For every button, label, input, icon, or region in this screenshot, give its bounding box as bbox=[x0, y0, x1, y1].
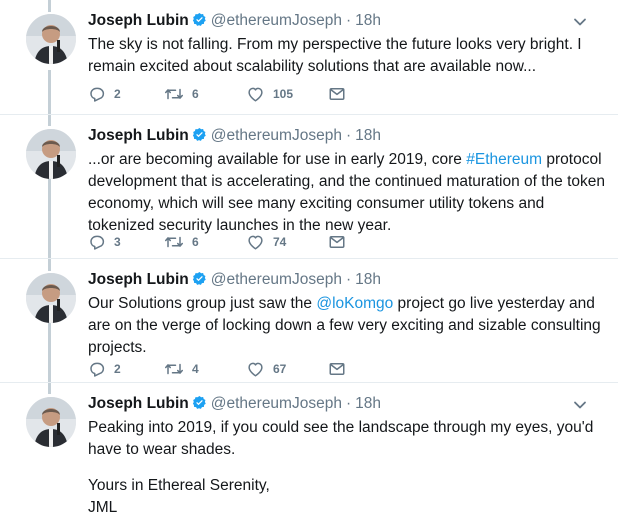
author-name[interactable]: Joseph Lubin bbox=[88, 127, 189, 144]
tweet-paragraph: Peaking into 2019, if you could see the … bbox=[88, 419, 594, 458]
tweet-paragraph: Our Solutions group just saw the @loKomg… bbox=[88, 293, 608, 359]
reply-count: 3 bbox=[114, 235, 121, 249]
author-name[interactable]: Joseph Lubin bbox=[88, 271, 189, 288]
avatar-image bbox=[26, 129, 76, 179]
retweet-icon bbox=[165, 236, 183, 248]
mention-link[interactable]: @loKomgo bbox=[316, 295, 393, 312]
reply-button[interactable]: 2 bbox=[88, 359, 121, 379]
reply-icon bbox=[90, 87, 105, 102]
tweet-header: Joseph Lubin @ethereumJoseph · 18h bbox=[88, 270, 381, 292]
tweet-header: Joseph Lubin @ethereumJoseph · 18h bbox=[88, 126, 381, 148]
retweet-button[interactable]: 6 bbox=[164, 232, 199, 252]
tweet-text: Our Solutions group just saw the @loKomg… bbox=[88, 293, 608, 359]
tweet-paragraph: ...or are becoming available for use in … bbox=[88, 149, 608, 237]
chevron-down-icon[interactable] bbox=[572, 14, 588, 30]
reply-count: 2 bbox=[114, 87, 121, 101]
reply-button[interactable]: 2 bbox=[88, 84, 121, 104]
tweet-text: ...or are becoming available for use in … bbox=[88, 149, 608, 237]
retweet-button[interactable]: 6 bbox=[164, 84, 199, 104]
direct-message-button[interactable] bbox=[328, 232, 346, 252]
retweet-icon bbox=[165, 363, 183, 375]
direct-message-button[interactable] bbox=[328, 84, 346, 104]
author-handle[interactable]: @ethereumJoseph bbox=[211, 127, 342, 144]
tweet-timestamp[interactable]: 18h bbox=[355, 127, 381, 144]
tweet-timestamp[interactable]: 18h bbox=[355, 395, 381, 412]
like-count: 67 bbox=[273, 362, 287, 376]
hashtag-link[interactable]: #Ethereum bbox=[466, 151, 542, 168]
retweet-count: 4 bbox=[192, 362, 199, 376]
tweet[interactable]: Joseph Lubin @ethereumJoseph · 18h Our Solu… bbox=[0, 259, 618, 382]
retweet-icon bbox=[165, 88, 183, 100]
tweet-timestamp[interactable]: 18h bbox=[355, 12, 381, 29]
reply-count: 2 bbox=[114, 362, 121, 376]
tweet-text-segment: Our Solutions group just saw the bbox=[88, 295, 317, 312]
tweet-header: Joseph Lubin @ethereumJoseph · 18h bbox=[88, 394, 381, 416]
verified-badge-icon bbox=[192, 395, 206, 409]
author-handle[interactable]: @ethereumJoseph bbox=[211, 395, 342, 412]
tweet-paragraph: The sky is not falling. From my perspect… bbox=[88, 34, 608, 78]
avatar-image bbox=[26, 273, 76, 323]
avatar[interactable] bbox=[26, 129, 76, 179]
author-handle[interactable]: @ethereumJoseph bbox=[211, 12, 342, 29]
separator-dot: · bbox=[345, 395, 352, 412]
author-handle[interactable]: @ethereumJoseph bbox=[211, 271, 342, 288]
verified-badge-icon bbox=[192, 271, 206, 285]
like-icon bbox=[248, 235, 263, 250]
chevron-down-icon[interactable] bbox=[572, 397, 588, 413]
tweet[interactable]: Joseph Lubin @ethereumJoseph · 18h Peaking … bbox=[0, 383, 618, 516]
retweet-count: 6 bbox=[192, 235, 199, 249]
tweet-header: Joseph Lubin @ethereumJoseph · 18h bbox=[88, 11, 381, 33]
tweet-text: Peaking into 2019, if you could see the … bbox=[88, 417, 608, 519]
author-name[interactable]: Joseph Lubin bbox=[88, 395, 189, 412]
reply-button[interactable]: 3 bbox=[88, 232, 121, 252]
reply-icon bbox=[90, 362, 105, 377]
separator-dot: · bbox=[345, 271, 352, 288]
author-name[interactable]: Joseph Lubin bbox=[88, 12, 189, 29]
tweet-text-segment: ...or are becoming available for use in … bbox=[88, 151, 467, 168]
like-button[interactable]: 105 bbox=[246, 84, 293, 104]
avatar-image bbox=[26, 14, 76, 64]
like-count: 105 bbox=[273, 87, 294, 101]
verified-badge-icon bbox=[192, 12, 206, 26]
direct-message-icon bbox=[329, 363, 345, 375]
tweet-paragraph: Yours in Ethereal Serenity, bbox=[88, 477, 270, 494]
avatar-image bbox=[26, 397, 76, 447]
like-icon bbox=[248, 87, 263, 102]
like-icon bbox=[248, 362, 263, 377]
like-button[interactable]: 74 bbox=[246, 232, 286, 252]
direct-message-icon bbox=[329, 88, 345, 100]
direct-message-button[interactable] bbox=[328, 359, 346, 379]
verified-badge-icon bbox=[192, 127, 206, 141]
separator-dot: · bbox=[345, 127, 352, 144]
like-count: 74 bbox=[273, 235, 287, 249]
avatar[interactable] bbox=[26, 273, 76, 323]
avatar[interactable] bbox=[26, 397, 76, 447]
avatar[interactable] bbox=[26, 14, 76, 64]
retweet-count: 6 bbox=[192, 87, 199, 101]
tweet-text-segment: The sky is not falling. From my perspect… bbox=[88, 36, 582, 75]
tweet[interactable]: Joseph Lubin @ethereumJoseph · 18h ...or ar… bbox=[0, 115, 618, 258]
tweet-paragraph: JML bbox=[88, 499, 118, 516]
direct-message-icon bbox=[329, 236, 345, 248]
retweet-button[interactable]: 4 bbox=[164, 359, 199, 379]
tweet-timestamp[interactable]: 18h bbox=[355, 271, 381, 288]
tweet-text: The sky is not falling. From my perspect… bbox=[88, 34, 608, 78]
reply-icon bbox=[90, 235, 105, 250]
tweet[interactable]: Joseph Lubin @ethereumJoseph · 18h The sky … bbox=[0, 0, 618, 114]
separator-dot: · bbox=[345, 12, 352, 29]
like-button[interactable]: 67 bbox=[246, 359, 286, 379]
